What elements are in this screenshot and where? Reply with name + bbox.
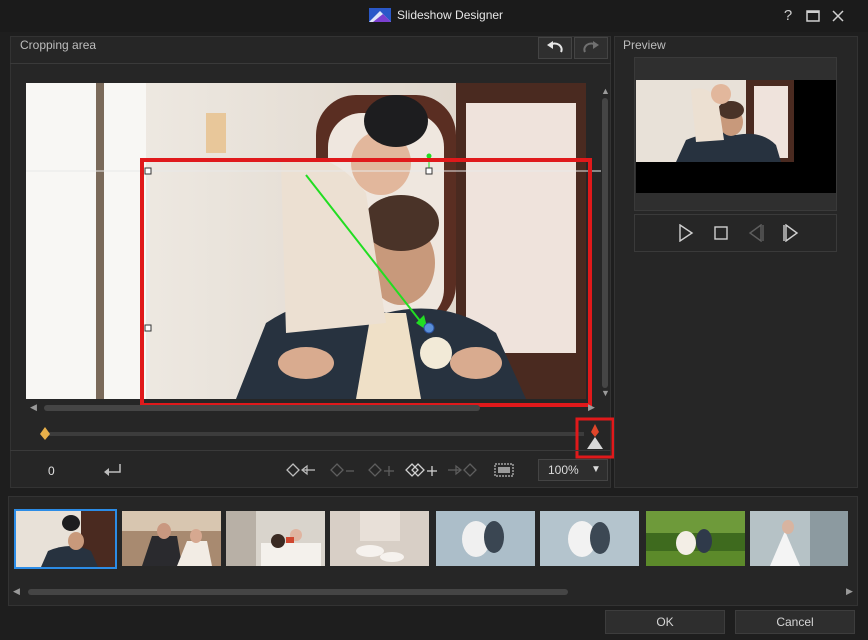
crop-handle[interactable] bbox=[425, 167, 433, 175]
preview-screen bbox=[636, 80, 836, 193]
previous-keyframe-button[interactable] bbox=[286, 462, 318, 478]
crop-handle[interactable] bbox=[144, 324, 152, 332]
filmstrip-thumbnail[interactable] bbox=[646, 511, 745, 566]
filmstrip-thumbnail[interactable] bbox=[226, 511, 325, 566]
maximize-button[interactable] bbox=[803, 6, 823, 26]
close-button[interactable] bbox=[828, 6, 848, 26]
filmstrip-scroll-right-icon[interactable]: ▶ bbox=[846, 586, 853, 597]
fit-to-frame-icon[interactable] bbox=[494, 462, 514, 478]
zoom-select[interactable]: 100% ▼ bbox=[538, 459, 608, 481]
chevron-down-icon: ▼ bbox=[591, 464, 601, 475]
play-button[interactable] bbox=[678, 224, 694, 242]
scroll-up-icon[interactable]: ▲ bbox=[601, 86, 610, 96]
horizontal-scrollbar[interactable] bbox=[44, 405, 480, 411]
end-keyframe-highlight[interactable] bbox=[575, 417, 615, 459]
scroll-right-icon[interactable]: ▶ bbox=[588, 402, 595, 413]
previous-frame-button[interactable] bbox=[747, 224, 765, 242]
remove-keyframe-button[interactable] bbox=[330, 462, 356, 478]
filmstrip-thumbnail[interactable] bbox=[750, 511, 848, 566]
next-keyframe-button[interactable] bbox=[446, 462, 478, 478]
reset-position-icon[interactable] bbox=[102, 462, 124, 478]
vertical-scrollbar[interactable] bbox=[602, 98, 608, 388]
preview-title: Preview bbox=[623, 38, 666, 52]
filmstrip-scroll-left-icon[interactable]: ◀ bbox=[13, 586, 20, 597]
cropping-area-title: Cropping area bbox=[20, 38, 97, 52]
help-button[interactable]: ? bbox=[778, 6, 798, 26]
position-value: 0 bbox=[48, 464, 55, 478]
motion-point[interactable] bbox=[423, 322, 435, 334]
add-keyframe-button[interactable] bbox=[368, 462, 396, 478]
keyframe-marker-icon[interactable] bbox=[39, 427, 51, 441]
filmstrip-thumbnail[interactable] bbox=[436, 511, 535, 566]
filmstrip-thumbnail[interactable] bbox=[330, 511, 429, 566]
preview-controls bbox=[634, 214, 837, 252]
close-icon bbox=[832, 10, 844, 22]
app-logo-icon bbox=[369, 8, 391, 22]
ok-button[interactable]: OK bbox=[605, 610, 725, 634]
stop-button[interactable] bbox=[714, 226, 728, 240]
crop-overlay[interactable] bbox=[26, 83, 606, 413]
scroll-down-icon[interactable]: ▼ bbox=[601, 388, 610, 398]
maximize-icon bbox=[806, 10, 820, 22]
preview-image bbox=[636, 80, 836, 193]
undo-button[interactable] bbox=[538, 37, 572, 59]
filmstrip-thumbnail-selected[interactable] bbox=[14, 509, 117, 569]
zoom-value: 100% bbox=[548, 463, 579, 477]
divider bbox=[10, 450, 611, 451]
divider bbox=[10, 63, 611, 64]
crop-handle[interactable] bbox=[144, 167, 152, 175]
crop-highlight-box bbox=[140, 158, 592, 407]
next-frame-button[interactable] bbox=[782, 224, 800, 242]
scroll-left-icon[interactable]: ◀ bbox=[30, 402, 37, 413]
filmstrip-scrollbar[interactable] bbox=[28, 589, 568, 595]
filmstrip-thumbnail[interactable] bbox=[122, 511, 221, 566]
filmstrip-thumbnail[interactable] bbox=[540, 511, 639, 566]
duplicate-keyframe-button[interactable] bbox=[405, 462, 439, 478]
motion-path-arrow bbox=[305, 174, 425, 327]
window-title: Slideshow Designer bbox=[397, 8, 504, 22]
undo-icon bbox=[547, 41, 563, 53]
redo-icon bbox=[583, 41, 599, 53]
cancel-button[interactable]: Cancel bbox=[735, 610, 855, 634]
keyframe-timeline[interactable] bbox=[44, 432, 584, 436]
redo-button[interactable] bbox=[574, 37, 608, 59]
